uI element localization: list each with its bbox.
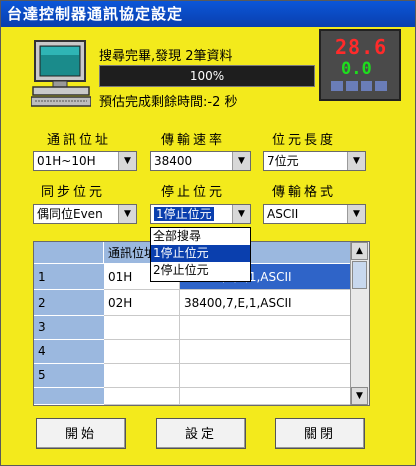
- row-header[interactable]: 4: [34, 340, 104, 364]
- start-button[interactable]: 開始: [36, 418, 126, 449]
- table-cell-address[interactable]: [104, 340, 180, 364]
- controller-buttons: [331, 81, 387, 91]
- format-value: ASCII: [267, 207, 299, 221]
- table-cell-params[interactable]: 38400,7,E,1,ASCII: [180, 290, 351, 316]
- controller-pv: 28.6: [335, 35, 388, 59]
- row-header[interactable]: 1: [34, 264, 104, 290]
- table-corner: [34, 242, 104, 264]
- table-cell-address[interactable]: [104, 316, 180, 340]
- dropdown-option[interactable]: 2停止位元: [151, 262, 250, 279]
- main-window: 台達控制器通訊協定設定 搜尋完畢,發現 2筆資料 100% 預估完成剩餘時間:-…: [0, 0, 416, 466]
- row-header[interactable]: 3: [34, 316, 104, 340]
- row-header[interactable]: 2: [34, 290, 104, 316]
- address-value: 01H~10H: [37, 154, 96, 168]
- table-cell-address[interactable]: [104, 364, 180, 388]
- scroll-thumb[interactable]: [352, 261, 367, 289]
- parity-select[interactable]: 偶同位Even ▼: [33, 204, 137, 224]
- table-cell-params[interactable]: [180, 388, 351, 405]
- remaining-time-text: 預估完成剩餘時間:-2 秒: [99, 95, 238, 110]
- chevron-down-icon[interactable]: ▼: [118, 205, 136, 223]
- computer-icon: [31, 40, 91, 107]
- window-title: 台達控制器通訊協定設定: [1, 1, 415, 27]
- table-cell-address[interactable]: 02H: [104, 290, 180, 316]
- controller-sv: 0.0: [341, 59, 372, 79]
- baud-select[interactable]: 38400 ▼: [150, 151, 251, 171]
- stop-bits-dropdown[interactable]: 全部搜尋 1停止位元 2停止位元: [150, 227, 251, 282]
- bits-label: 位元長度: [272, 133, 337, 148]
- chevron-down-icon[interactable]: ▼: [347, 152, 365, 170]
- parity-label: 同步位元: [41, 185, 106, 200]
- stop-value: 1停止位元: [154, 207, 214, 221]
- baud-value: 38400: [154, 154, 193, 168]
- scroll-down-icon[interactable]: ▼: [351, 387, 368, 405]
- format-label: 傳輸格式: [272, 185, 337, 200]
- dropdown-option-selected[interactable]: 1停止位元: [151, 245, 250, 262]
- format-select[interactable]: ASCII ▼: [263, 204, 366, 224]
- controller-image: 28.6 0.0: [319, 29, 401, 101]
- stop-label: 停止位元: [161, 185, 226, 200]
- table-cell-params[interactable]: [180, 340, 351, 364]
- baud-label: 傳輸速率: [161, 133, 226, 148]
- set-button[interactable]: 設定: [156, 418, 246, 449]
- row-header[interactable]: [34, 388, 104, 405]
- row-header[interactable]: 5: [34, 364, 104, 388]
- table-cell-params[interactable]: [180, 364, 351, 388]
- parity-value: 偶同位Even: [37, 207, 103, 221]
- table-cell-address[interactable]: [104, 388, 180, 405]
- chevron-down-icon[interactable]: ▼: [232, 152, 250, 170]
- chevron-down-icon[interactable]: ▼: [232, 205, 250, 223]
- progress-bar: 100%: [99, 65, 315, 87]
- vertical-scrollbar[interactable]: ▲ ▼: [350, 242, 369, 405]
- address-label: 通訊位址: [47, 133, 112, 148]
- bits-select[interactable]: 7位元 ▼: [263, 151, 366, 171]
- chevron-down-icon[interactable]: ▼: [347, 205, 365, 223]
- scroll-up-icon[interactable]: ▲: [351, 242, 368, 260]
- search-result-text: 搜尋完畢,發現 2筆資料: [99, 49, 233, 64]
- close-button[interactable]: 關閉: [275, 418, 365, 449]
- stop-select[interactable]: 1停止位元 ▼: [150, 204, 251, 224]
- address-select[interactable]: 01H~10H ▼: [33, 151, 137, 171]
- table-cell-params[interactable]: [180, 316, 351, 340]
- bits-value: 7位元: [267, 154, 299, 168]
- progress-text: 100%: [189, 69, 225, 83]
- chevron-down-icon[interactable]: ▼: [118, 152, 136, 170]
- dropdown-option[interactable]: 全部搜尋: [151, 228, 250, 245]
